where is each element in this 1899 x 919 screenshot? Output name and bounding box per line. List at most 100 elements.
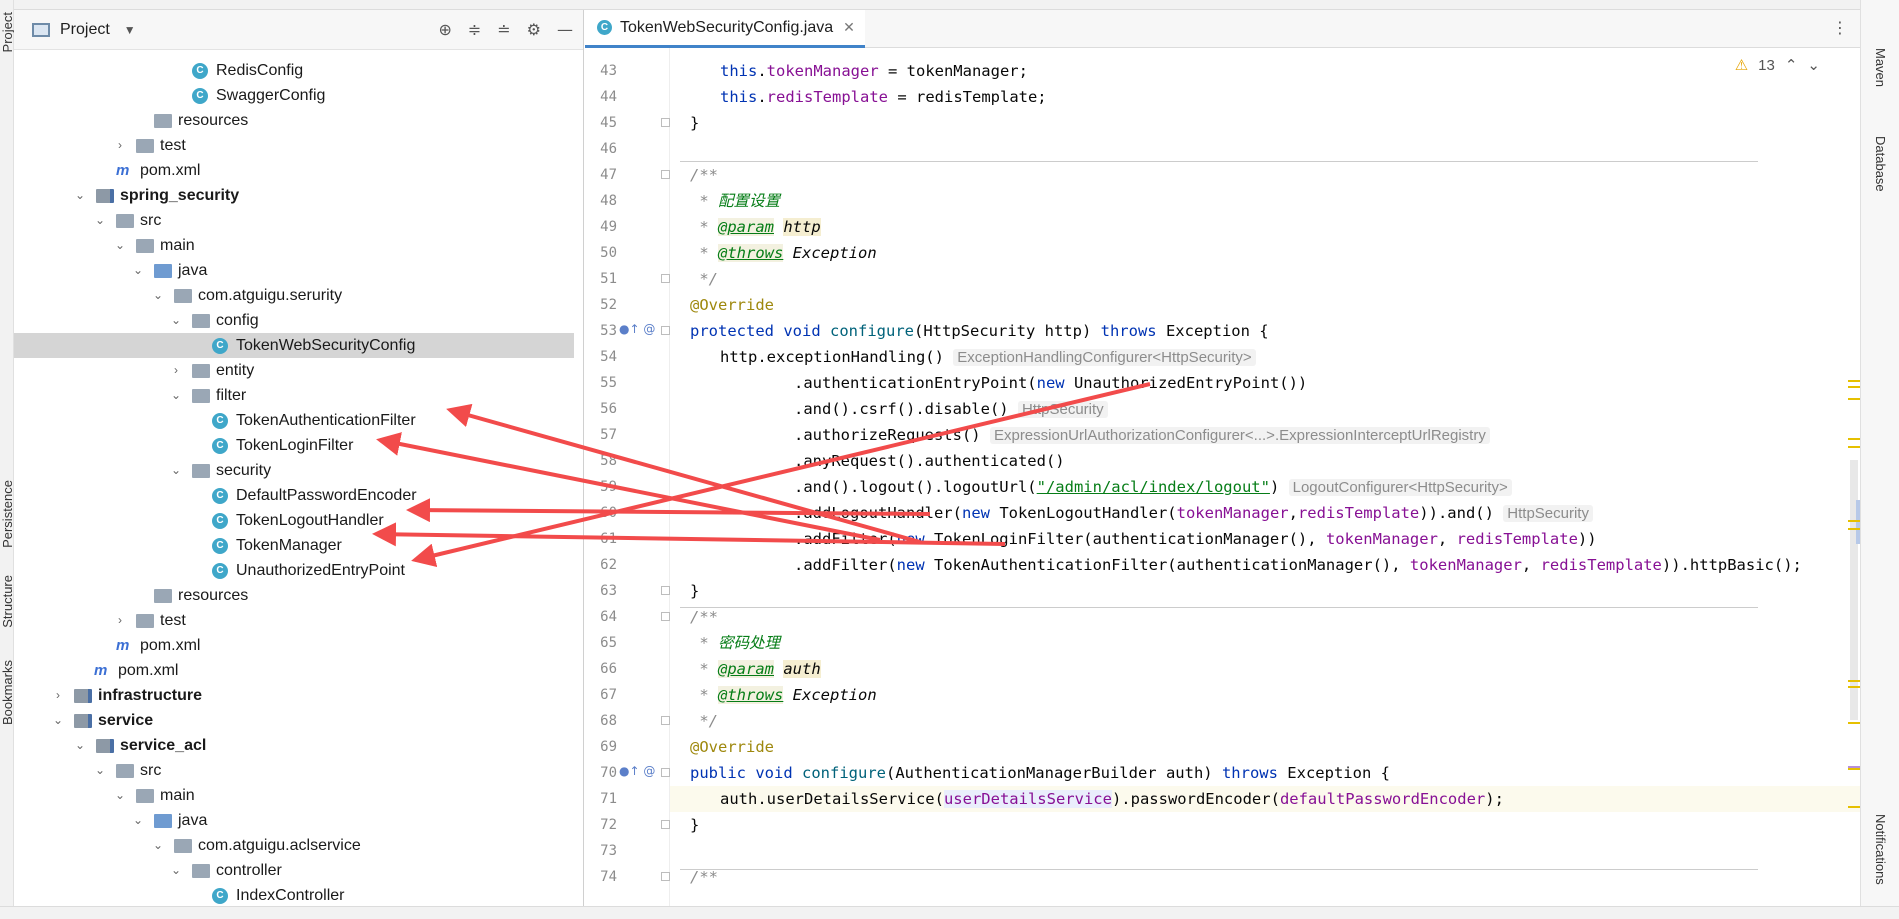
tree-item[interactable]: ⌄ service_acl xyxy=(14,733,574,758)
chevron-down-icon[interactable]: ⌄ xyxy=(52,708,64,733)
tree-item[interactable]: ⌄ main xyxy=(14,783,574,808)
override-gutter-icon[interactable]: ●↑ @ xyxy=(619,764,655,778)
editor: C TokenWebSecurityConfig.java ✕ ⋮ 43 44 45… xyxy=(585,10,1860,906)
locate-icon[interactable]: ⊕ xyxy=(438,20,451,39)
chevron-down-icon[interactable]: ⌄ xyxy=(114,783,126,808)
code-line-65: * 密码处理 xyxy=(690,634,781,652)
tab-token-web-security-config[interactable]: C TokenWebSecurityConfig.java ✕ xyxy=(585,10,865,48)
tree-item[interactable]: C UnauthorizedEntryPoint xyxy=(14,558,574,583)
chevron-down-icon[interactable]: ▼ xyxy=(124,23,136,37)
close-icon[interactable]: ✕ xyxy=(843,19,855,36)
chevron-up-icon[interactable]: ⌃ xyxy=(1785,56,1798,74)
tree-item[interactable]: ⌄ controller xyxy=(14,858,574,883)
fold-icon[interactable] xyxy=(661,118,670,127)
chevron-down-icon[interactable]: ⌄ xyxy=(1807,56,1820,74)
kebab-menu-icon[interactable]: ⋮ xyxy=(1832,18,1848,37)
tree-item[interactable]: C TokenAuthenticationFilter xyxy=(14,408,574,433)
fold-icon[interactable] xyxy=(661,716,670,725)
fold-icon[interactable] xyxy=(661,326,670,335)
tree-item[interactable]: m pom.xml xyxy=(14,158,574,183)
bookmarks-tool-tab[interactable]: Bookmarks xyxy=(0,660,15,725)
tree-item[interactable]: C TokenLoginFilter xyxy=(14,433,574,458)
tree-item[interactable]: ⌄ com.atguigu.aclservice xyxy=(14,833,574,858)
fold-icon[interactable] xyxy=(661,872,670,881)
chevron-down-icon[interactable]: ⌄ xyxy=(170,858,182,883)
chevron-down-icon[interactable]: ⌄ xyxy=(132,808,144,833)
tree-item[interactable]: m pom.xml xyxy=(14,633,574,658)
fold-icon[interactable] xyxy=(661,612,670,621)
chevron-right-icon[interactable]: › xyxy=(52,683,64,708)
chevron-down-icon[interactable]: ⌄ xyxy=(170,458,182,483)
tree-item[interactable]: ⌄ service xyxy=(14,708,574,733)
line-number: 53 xyxy=(600,323,617,339)
chevron-down-icon[interactable]: ⌄ xyxy=(94,208,106,233)
tree-item[interactable]: ⌄ java xyxy=(14,808,574,833)
tree-item[interactable]: ⌄ main xyxy=(14,233,574,258)
chevron-down-icon[interactable]: ⌄ xyxy=(74,733,86,758)
method-separator xyxy=(680,161,1758,162)
chevron-down-icon[interactable]: ⌄ xyxy=(170,308,182,333)
inspection-widget[interactable]: ⚠ 13 ⌃ ⌄ xyxy=(1735,56,1820,75)
structure-tool-tab[interactable]: Structure xyxy=(0,575,15,628)
fold-icon[interactable] xyxy=(661,274,670,283)
tree-item[interactable]: › infrastructure xyxy=(14,683,574,708)
code-line-53: protected void configure(HttpSecurity ht… xyxy=(690,322,1269,340)
fold-icon[interactable] xyxy=(661,170,670,179)
tree-item-label: pom.xml xyxy=(118,662,179,679)
chevron-right-icon[interactable]: › xyxy=(114,608,126,633)
tree-item-label: TokenLogoutHandler xyxy=(236,512,384,529)
tree-item[interactable]: ⌄ src xyxy=(14,208,574,233)
chevron-down-icon[interactable]: ⌄ xyxy=(94,758,106,783)
chevron-down-icon[interactable]: ⌄ xyxy=(74,183,86,208)
fold-icon[interactable] xyxy=(661,820,670,829)
code-line-69: @Override xyxy=(690,738,774,756)
tree-item[interactable]: C RedisConfig xyxy=(14,58,574,83)
tree-item[interactable]: resources xyxy=(14,583,574,608)
project-tool-tab[interactable]: Project xyxy=(0,12,15,52)
chevron-down-icon[interactable]: ⌄ xyxy=(152,833,164,858)
tree-item-label: infrastructure xyxy=(98,687,203,704)
expand-all-icon[interactable]: ≑ xyxy=(468,20,481,39)
persistence-tool-tab[interactable]: Persistence xyxy=(0,480,15,548)
project-panel-title[interactable]: Project xyxy=(60,21,110,39)
tree-item[interactable]: › test xyxy=(14,608,574,633)
chevron-right-icon[interactable]: › xyxy=(114,133,126,158)
tree-item[interactable]: C IndexController xyxy=(14,883,574,906)
tree-item[interactable]: ⌄ security xyxy=(14,458,574,483)
folder-icon xyxy=(192,364,210,378)
tree-item[interactable]: ⌄ spring_security xyxy=(14,183,574,208)
maven-tool-tab[interactable]: Maven xyxy=(1873,48,1888,87)
tree-item[interactable]: › test xyxy=(14,133,574,158)
chevron-down-icon[interactable]: ⌄ xyxy=(114,233,126,258)
tree-item[interactable]: ⌄ java xyxy=(14,258,574,283)
folder-icon xyxy=(174,289,192,303)
tree-item[interactable]: resources xyxy=(14,108,574,133)
notifications-tool-tab[interactable]: Notifications xyxy=(1873,814,1888,885)
code-line-68: */ xyxy=(690,712,718,730)
tree-item[interactable]: ⌄ com.atguigu.serurity xyxy=(14,283,574,308)
minimize-icon[interactable]: — xyxy=(557,20,573,39)
collapse-all-icon[interactable]: ≐ xyxy=(497,20,510,39)
override-gutter-icon[interactable]: ●↑ @ xyxy=(619,322,655,336)
tree-item[interactable]: ⌄ src xyxy=(14,758,574,783)
chevron-down-icon[interactable]: ⌄ xyxy=(152,283,164,308)
tree-item[interactable]: C DefaultPasswordEncoder xyxy=(14,483,574,508)
database-tool-tab[interactable]: Database xyxy=(1873,136,1888,192)
tree-item[interactable]: C SwaggerConfig xyxy=(14,83,574,108)
tree-item[interactable]: ⌄ config xyxy=(14,308,574,333)
tree-item[interactable]: C TokenLogoutHandler xyxy=(14,508,574,533)
tree-item[interactable]: ⌄ filter xyxy=(14,383,574,408)
fold-icon[interactable] xyxy=(661,586,670,595)
tree-item[interactable]: m pom.xml xyxy=(14,658,574,683)
line-number: 70 xyxy=(600,765,617,781)
tree-item[interactable]: C TokenWebSecurityConfig xyxy=(14,333,574,358)
fold-icon[interactable] xyxy=(661,768,670,777)
chevron-down-icon[interactable]: ⌄ xyxy=(170,383,182,408)
chevron-right-icon[interactable]: › xyxy=(170,358,182,383)
code-area[interactable]: this.tokenManager = tokenManager; this.r… xyxy=(670,48,1860,906)
chevron-down-icon[interactable]: ⌄ xyxy=(132,258,144,283)
left-tool-strip: Project Persistence Structure Bookmarks xyxy=(0,0,15,919)
tree-item[interactable]: › entity xyxy=(14,358,574,383)
gear-icon[interactable]: ⚙ xyxy=(527,20,541,39)
tree-item[interactable]: C TokenManager xyxy=(14,533,574,558)
